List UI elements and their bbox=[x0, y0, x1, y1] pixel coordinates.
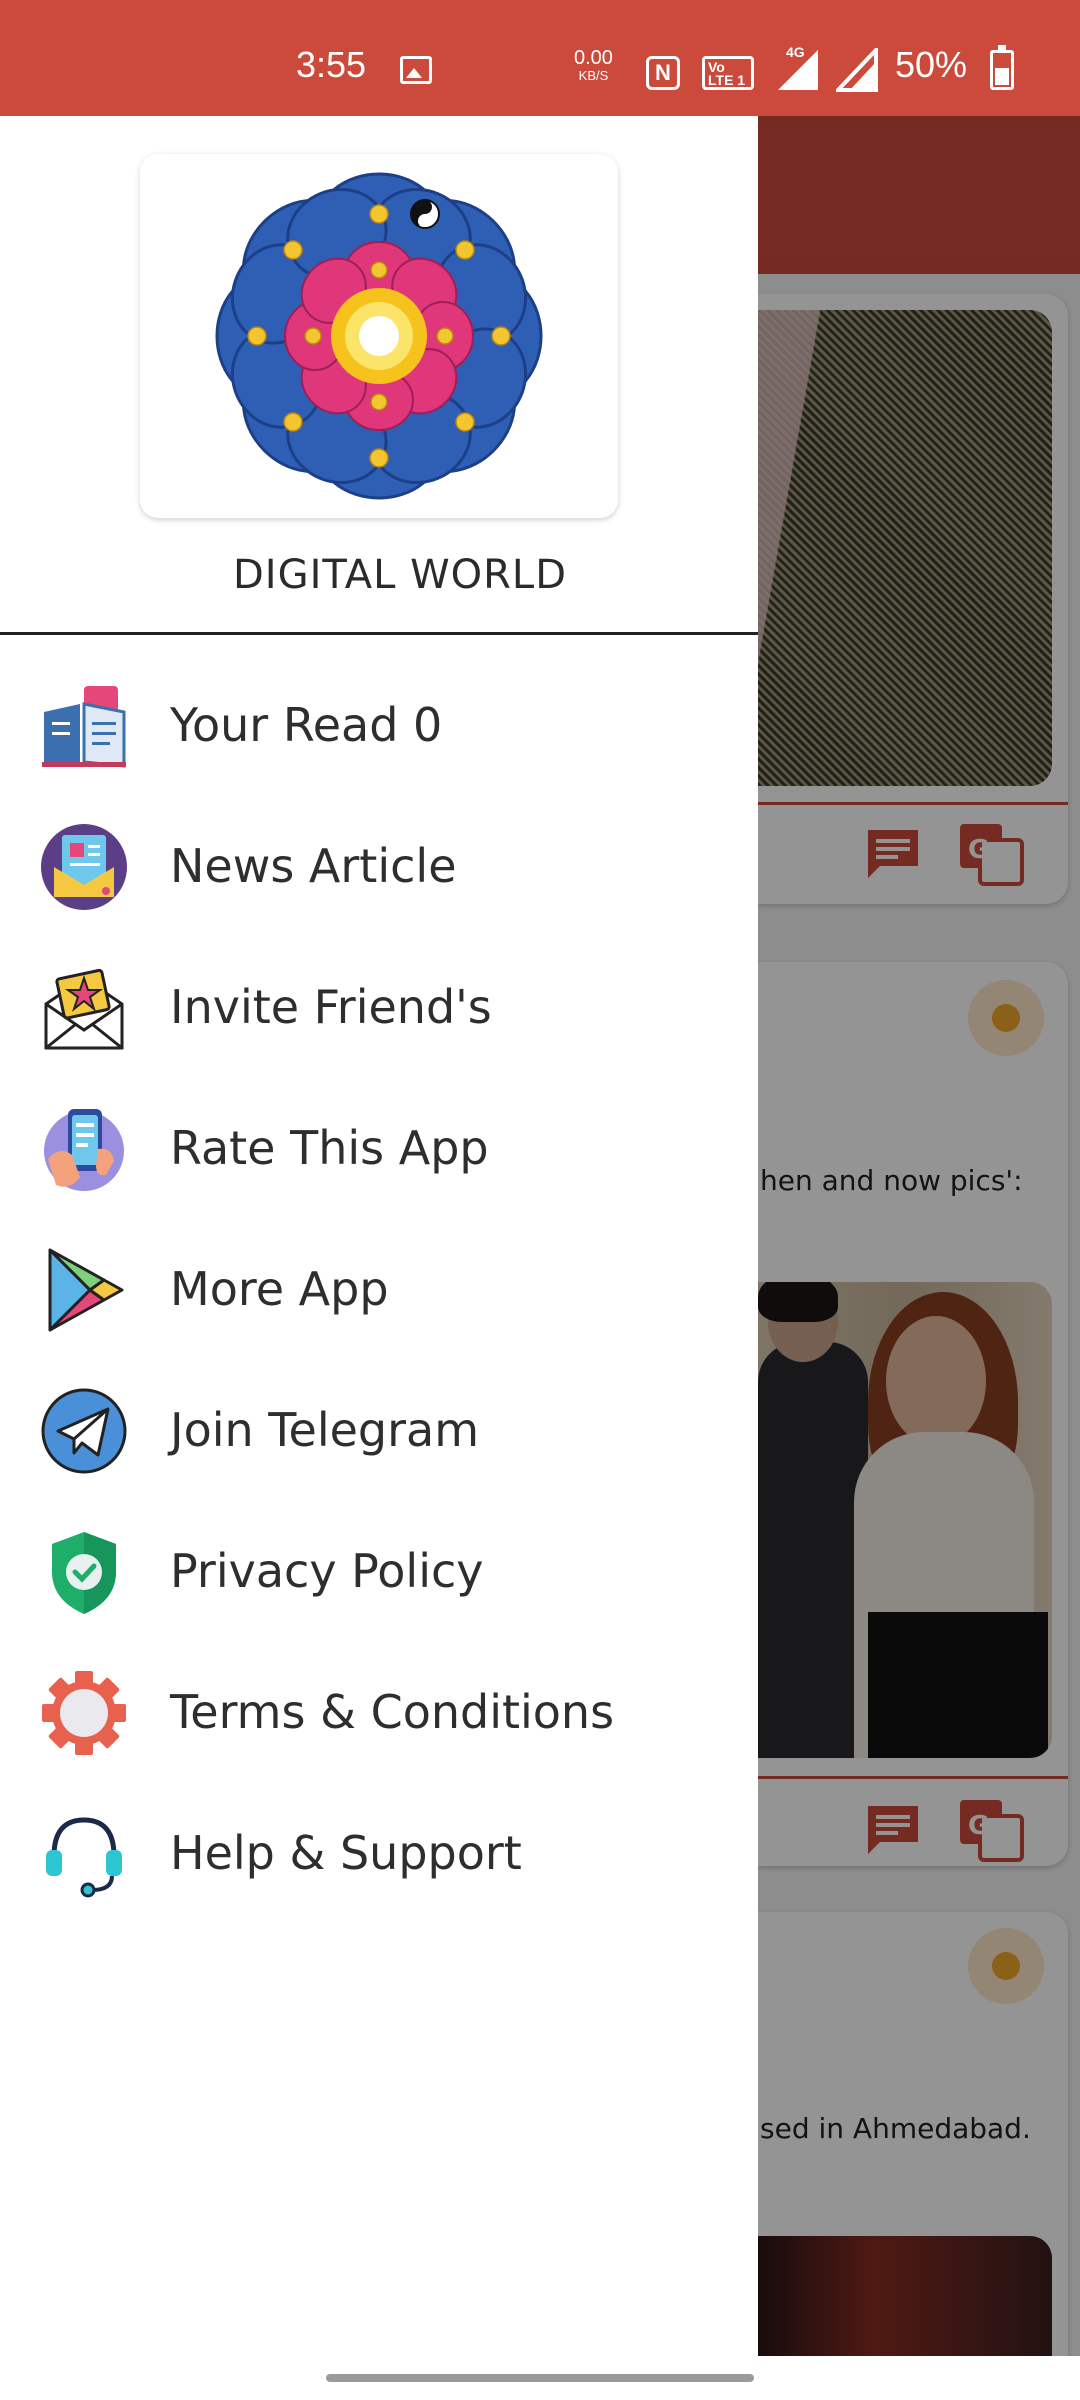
battery-percent: 50% bbox=[895, 44, 968, 85]
news-article-icon bbox=[41, 824, 127, 910]
menu-item-rate-this-app[interactable]: Rate This App bbox=[0, 1077, 758, 1217]
signal-icon bbox=[778, 50, 818, 90]
status-time: 3:55 bbox=[296, 44, 367, 85]
menu-item-terms-conditions[interactable]: Terms & Conditions bbox=[0, 1641, 758, 1781]
play-store-icon bbox=[48, 1248, 124, 1332]
menu-item-label: Join Telegram bbox=[170, 1403, 480, 1457]
invite-envelope-icon bbox=[44, 968, 124, 1050]
image-notification-icon bbox=[400, 56, 432, 84]
menu-item-label: Invite Friend's bbox=[170, 980, 492, 1034]
menu-item-help-support[interactable]: Help & Support bbox=[0, 1782, 758, 1922]
menu-item-label: Rate This App bbox=[170, 1121, 489, 1175]
network-speed: 0.00 KB/S bbox=[574, 47, 613, 84]
network-speed-value: 0.00 bbox=[574, 47, 613, 69]
header-divider bbox=[0, 632, 758, 635]
battery-icon bbox=[990, 45, 1014, 90]
menu-item-news-article[interactable]: News Article bbox=[0, 795, 758, 935]
volte-icon: Vo LTE 1 bbox=[702, 56, 754, 90]
menu-item-label: Your Read 0 bbox=[170, 698, 443, 752]
menu-item-join-telegram[interactable]: Join Telegram bbox=[0, 1359, 758, 1499]
nfc-icon: N bbox=[646, 56, 680, 90]
network-speed-unit: KB/S bbox=[578, 68, 609, 83]
home-indicator[interactable] bbox=[326, 2374, 754, 2382]
gear-icon bbox=[42, 1671, 126, 1755]
signal-2-icon bbox=[836, 48, 878, 92]
menu-item-label: More App bbox=[170, 1262, 389, 1316]
menu-item-your-read[interactable]: Your Read 0 bbox=[0, 654, 758, 794]
telegram-icon bbox=[41, 1388, 127, 1474]
status-bar: 3:55 0.00 KB/S N Vo LTE 1 4G 50% bbox=[0, 0, 1080, 116]
headset-icon bbox=[46, 1817, 122, 1898]
menu-item-label: Privacy Policy bbox=[170, 1544, 484, 1598]
book-reading-icon bbox=[42, 686, 126, 768]
religious-symbols-lotus-icon bbox=[215, 172, 543, 500]
menu-item-privacy-policy[interactable]: Privacy Policy bbox=[0, 1500, 758, 1640]
app-logo bbox=[140, 154, 618, 518]
menu-item-label: Terms & Conditions bbox=[170, 1685, 615, 1739]
drawer-scrim[interactable] bbox=[758, 116, 1080, 2356]
navigation-drawer: DIGITAL WORLD Your Read 0 News Article I… bbox=[0, 116, 758, 2356]
menu-item-label: Help & Support bbox=[170, 1826, 522, 1880]
menu-item-label: News Article bbox=[170, 839, 457, 893]
shield-check-icon bbox=[52, 1532, 116, 1614]
menu-item-invite-friends[interactable]: Invite Friend's bbox=[0, 936, 758, 1076]
rate-phone-icon bbox=[44, 1109, 124, 1191]
app-name: DIGITAL WORLD bbox=[233, 552, 567, 598]
menu-item-more-app[interactable]: More App bbox=[0, 1218, 758, 1358]
